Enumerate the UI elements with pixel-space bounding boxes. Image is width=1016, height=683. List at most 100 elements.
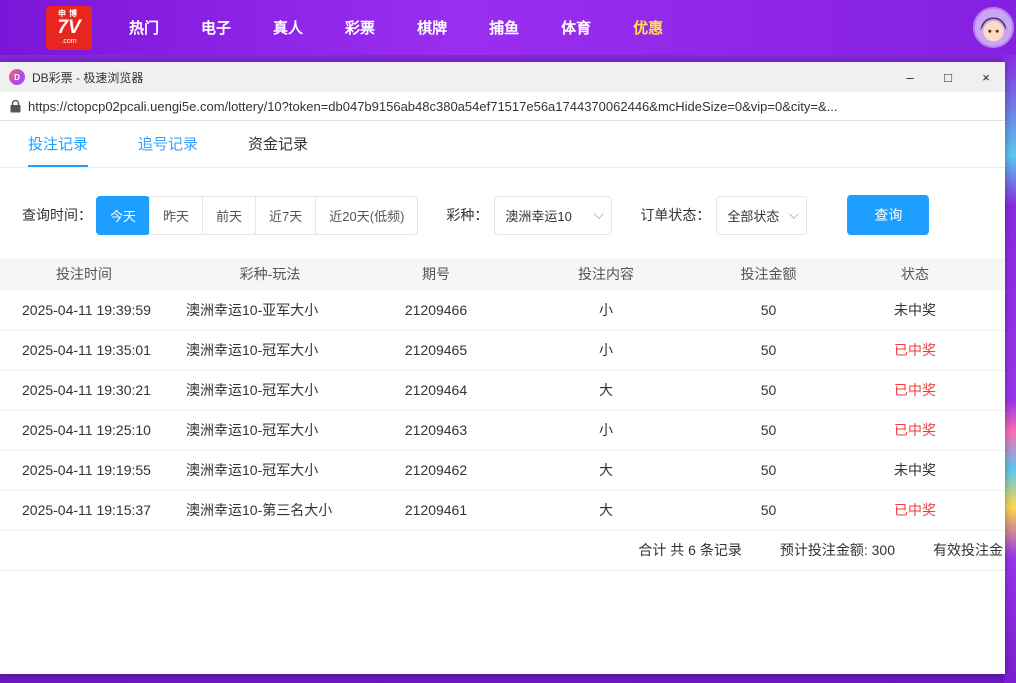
time-option-20days[interactable]: 近20天(低频) bbox=[315, 196, 418, 235]
filter-bar: 查询时间： 今天 昨天 前天 近7天 近20天(低频) 彩种： 澳洲幸运10 订… bbox=[0, 168, 1005, 258]
site-logo[interactable]: 申博 7V .com bbox=[46, 6, 92, 50]
maximize-button[interactable]: □ bbox=[929, 62, 967, 92]
cell-time: 2025-04-11 19:35:01 bbox=[0, 330, 168, 370]
time-filter-group: 今天 昨天 前天 近7天 近20天(低频) bbox=[96, 196, 418, 235]
time-option-yesterday[interactable]: 昨天 bbox=[149, 196, 203, 235]
nav-item-live[interactable]: 真人 bbox=[252, 17, 324, 38]
lottery-select-value: 澳洲幸运10 bbox=[505, 206, 571, 225]
nav-item-slots[interactable]: 电子 bbox=[180, 17, 252, 38]
cell-status: 未中奖 bbox=[825, 290, 1005, 330]
header-game-play: 彩种-玩法 bbox=[168, 258, 372, 290]
summary-bar: 合计 共 6 条记录 预计投注金额: 300 有效投注金 bbox=[0, 531, 1005, 571]
lottery-select[interactable]: 澳洲幸运10 bbox=[494, 196, 612, 235]
browser-window: D DB彩票 - 极速浏览器 – □ × https://ctopcp02pca… bbox=[0, 62, 1005, 674]
cell-game: 澳洲幸运10-冠军大小 bbox=[168, 330, 372, 370]
site-navbar: 申博 7V .com 热门 电子 真人 彩票 棋牌 捕鱼 体育 优惠 bbox=[0, 0, 1016, 55]
nav-item-fishing[interactable]: 捕鱼 bbox=[468, 17, 540, 38]
tab-fund-records[interactable]: 资金记录 bbox=[248, 121, 308, 167]
records-body: 2025-04-11 19:39:59 澳洲幸运10-亚军大小 21209466… bbox=[0, 290, 1005, 530]
nav-item-hot[interactable]: 热门 bbox=[108, 17, 180, 38]
time-option-today[interactable]: 今天 bbox=[96, 196, 150, 235]
url-text[interactable]: https://ctopcp02pcali.uengi5e.com/lotter… bbox=[28, 99, 838, 114]
time-option-daybefore[interactable]: 前天 bbox=[202, 196, 256, 235]
nav-item-lottery[interactable]: 彩票 bbox=[324, 17, 396, 38]
cell-amount: 50 bbox=[712, 410, 825, 450]
table-header-row: 投注时间 彩种-玩法 期号 投注内容 投注金额 状态 bbox=[0, 258, 1005, 290]
status-select-value: 全部状态 bbox=[727, 206, 779, 225]
table-row[interactable]: 2025-04-11 19:39:59 澳洲幸运10-亚军大小 21209466… bbox=[0, 290, 1005, 330]
address-bar[interactable]: https://ctopcp02pcali.uengi5e.com/lotter… bbox=[0, 92, 1005, 121]
table-row[interactable]: 2025-04-11 19:25:10 澳洲幸运10-冠军大小 21209463… bbox=[0, 410, 1005, 450]
cell-amount: 50 bbox=[712, 450, 825, 490]
table-row[interactable]: 2025-04-11 19:19:55 澳洲幸运10-冠军大小 21209462… bbox=[0, 450, 1005, 490]
cell-content: 大 bbox=[500, 450, 712, 490]
cell-content: 小 bbox=[500, 290, 712, 330]
search-button[interactable]: 查询 bbox=[847, 195, 929, 235]
nav-menu: 热门 电子 真人 彩票 棋牌 捕鱼 体育 优惠 bbox=[108, 17, 684, 38]
cell-time: 2025-04-11 19:19:55 bbox=[0, 450, 168, 490]
chevron-down-icon bbox=[594, 209, 604, 219]
cell-amount: 50 bbox=[712, 370, 825, 410]
logo-main-text: 7V bbox=[57, 18, 80, 38]
cell-status: 已中奖 bbox=[825, 370, 1005, 410]
cell-issue: 21209463 bbox=[372, 410, 500, 450]
cell-content: 小 bbox=[500, 410, 712, 450]
nav-item-cards[interactable]: 棋牌 bbox=[396, 17, 468, 38]
time-filter-label: 查询时间： bbox=[22, 205, 92, 225]
cell-issue: 21209462 bbox=[372, 450, 500, 490]
window-titlebar[interactable]: D DB彩票 - 极速浏览器 – □ × bbox=[0, 62, 1005, 92]
time-option-7days[interactable]: 近7天 bbox=[255, 196, 316, 235]
logo-bottom-text: .com bbox=[61, 38, 76, 45]
tab-chase-records[interactable]: 追号记录 bbox=[138, 121, 198, 167]
user-avatar[interactable] bbox=[973, 7, 1014, 48]
status-select[interactable]: 全部状态 bbox=[716, 196, 807, 235]
close-button[interactable]: × bbox=[967, 62, 1005, 92]
record-tabs: 投注记录 追号记录 资金记录 bbox=[0, 121, 1005, 168]
header-status: 状态 bbox=[825, 258, 1005, 290]
summary-expected-amount: 预计投注金额: 300 bbox=[780, 540, 895, 560]
cell-status: 已中奖 bbox=[825, 490, 1005, 530]
cell-issue: 21209461 bbox=[372, 490, 500, 530]
summary-total: 合计 共 6 条记录 bbox=[638, 540, 741, 560]
cell-amount: 50 bbox=[712, 290, 825, 330]
table-row[interactable]: 2025-04-11 19:30:21 澳洲幸运10-冠军大小 21209464… bbox=[0, 370, 1005, 410]
window-controls: – □ × bbox=[891, 62, 1005, 92]
status-filter-label: 订单状态： bbox=[640, 205, 710, 225]
cell-amount: 50 bbox=[712, 490, 825, 530]
cell-amount: 50 bbox=[712, 330, 825, 370]
window-title: DB彩票 - 极速浏览器 bbox=[32, 69, 143, 86]
background-strip bbox=[1004, 55, 1016, 683]
cell-game: 澳洲幸运10-冠军大小 bbox=[168, 450, 372, 490]
cell-content: 小 bbox=[500, 330, 712, 370]
cell-game: 澳洲幸运10-亚军大小 bbox=[168, 290, 372, 330]
table-row[interactable]: 2025-04-11 19:15:37 澳洲幸运10-第三名大小 2120946… bbox=[0, 490, 1005, 530]
minimize-button[interactable]: – bbox=[891, 62, 929, 92]
db-lottery-icon: D bbox=[9, 69, 25, 85]
header-amount: 投注金额 bbox=[712, 258, 825, 290]
lock-icon bbox=[10, 100, 21, 113]
nav-item-promo[interactable]: 优惠 bbox=[612, 17, 684, 38]
header-issue: 期号 bbox=[372, 258, 500, 290]
bet-records-table: 投注时间 彩种-玩法 期号 投注内容 投注金额 状态 2025-04-11 19… bbox=[0, 258, 1005, 531]
avatar-face-icon bbox=[975, 9, 1012, 46]
cell-status: 已中奖 bbox=[825, 410, 1005, 450]
chevron-down-icon bbox=[789, 209, 799, 219]
summary-valid-amount: 有效投注金 bbox=[933, 540, 1003, 560]
cell-time: 2025-04-11 19:39:59 bbox=[0, 290, 168, 330]
cell-issue: 21209464 bbox=[372, 370, 500, 410]
cell-status: 未中奖 bbox=[825, 450, 1005, 490]
cell-content: 大 bbox=[500, 370, 712, 410]
cell-issue: 21209466 bbox=[372, 290, 500, 330]
table-row[interactable]: 2025-04-11 19:35:01 澳洲幸运10-冠军大小 21209465… bbox=[0, 330, 1005, 370]
cell-time: 2025-04-11 19:25:10 bbox=[0, 410, 168, 450]
cell-game: 澳洲幸运10-冠军大小 bbox=[168, 370, 372, 410]
header-bet-time: 投注时间 bbox=[0, 258, 168, 290]
cell-content: 大 bbox=[500, 490, 712, 530]
nav-item-sports[interactable]: 体育 bbox=[540, 17, 612, 38]
tab-bet-records[interactable]: 投注记录 bbox=[28, 121, 88, 167]
header-content: 投注内容 bbox=[500, 258, 712, 290]
cell-game: 澳洲幸运10-冠军大小 bbox=[168, 410, 372, 450]
cell-time: 2025-04-11 19:30:21 bbox=[0, 370, 168, 410]
cell-game: 澳洲幸运10-第三名大小 bbox=[168, 490, 372, 530]
cell-status: 已中奖 bbox=[825, 330, 1005, 370]
